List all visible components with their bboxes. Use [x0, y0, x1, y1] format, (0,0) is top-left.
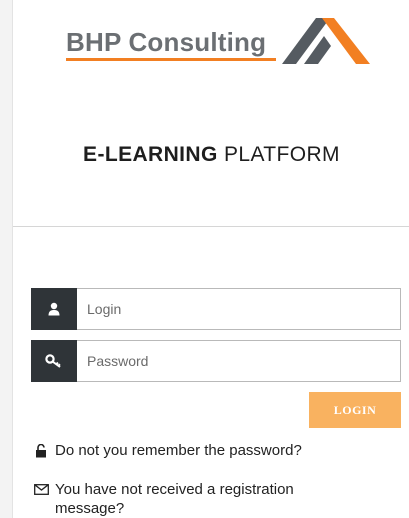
platform-title-regular: PLATFORM [223, 143, 340, 166]
divider [13, 226, 409, 227]
forgot-password-label: Do not you remember the password? [55, 442, 302, 459]
registration-message-label: You have not received a registration mes… [55, 481, 294, 517]
registration-message-link[interactable]: You have not received a registration mes… [33, 480, 363, 518]
login-field [31, 288, 401, 330]
forgot-password-link[interactable]: Do not you remember the password? [33, 441, 302, 460]
logo-underline [66, 58, 276, 61]
password-field [31, 340, 401, 382]
password-input[interactable] [77, 340, 401, 382]
login-input[interactable] [77, 288, 401, 330]
logo-text: BHP Consulting [66, 27, 267, 57]
platform-title-bold: E-LEARNING [83, 143, 218, 166]
user-icon [31, 288, 77, 330]
unlock-icon [33, 441, 49, 460]
key-icon [31, 340, 77, 382]
platform-title: E-LEARNING PLATFORM [13, 143, 409, 167]
login-panel: BHP Consulting E-LEARNING PLATFORM Login… [12, 0, 409, 518]
logo: BHP Consulting [66, 18, 370, 66]
login-button[interactable]: LOGIN [309, 392, 401, 428]
logo-mark-icon [282, 18, 370, 64]
envelope-icon [33, 480, 49, 499]
